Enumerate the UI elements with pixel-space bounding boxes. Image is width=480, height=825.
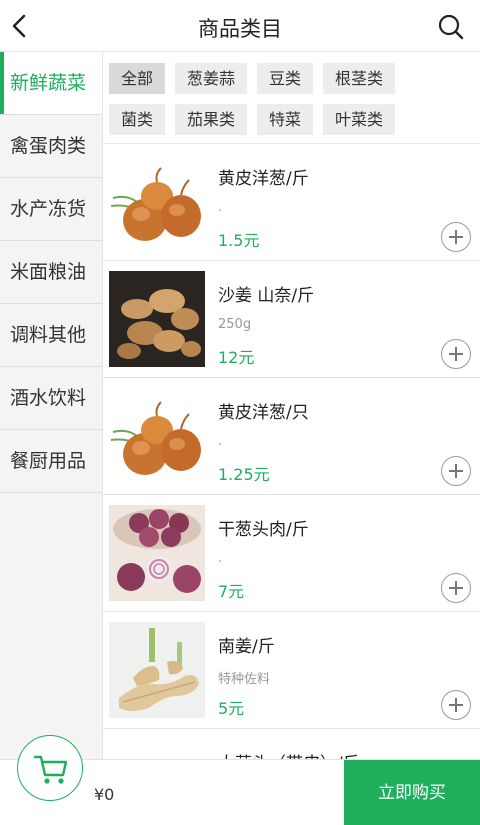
cart-icon — [33, 755, 68, 784]
product-description: 250g — [218, 317, 252, 332]
add-to-cart-button[interactable] — [441, 690, 471, 720]
product-image-shallot — [109, 505, 205, 601]
filter-chip-nightshades[interactable]: 茄果类 — [175, 104, 248, 135]
product-price: 1.25元 — [218, 465, 270, 484]
product-item[interactable]: 大蒜头（带皮）/斤 — [103, 729, 480, 759]
add-to-cart-button[interactable] — [441, 573, 471, 603]
product-name: 沙姜 山奈/斤 — [218, 286, 315, 306]
sidebar-item-kitchen-supplies[interactable]: 餐厨用品 — [0, 430, 102, 493]
product-image-sand-ginger — [109, 271, 205, 367]
product-image-galangal — [109, 622, 205, 718]
product-item[interactable]: 沙姜 山奈/斤 250g 12元 — [103, 261, 480, 378]
product-name: 大蒜头（带皮）/斤 — [218, 749, 360, 759]
filter-chip-onion-ginger-garlic[interactable]: 葱姜蒜 — [175, 63, 248, 94]
sidebar-item-fresh-vegetables[interactable]: 新鲜蔬菜 — [0, 52, 102, 115]
product-description: . — [218, 434, 223, 449]
product-item[interactable]: 黄皮洋葱/斤 . 1.5元 — [103, 144, 480, 261]
product-price: 5元 — [218, 699, 245, 718]
search-button[interactable] — [436, 12, 466, 42]
product-name: 黄皮洋葱/斤 — [218, 169, 309, 189]
product-description: . — [218, 551, 223, 566]
sidebar-item-seafood-frozen[interactable]: 水产冻货 — [0, 178, 102, 241]
product-image-onion — [109, 388, 205, 484]
cart-button[interactable] — [17, 735, 83, 801]
filter-chip-specialty[interactable]: 特菜 — [257, 104, 314, 135]
sidebar-item-seasonings-other[interactable]: 调料其他 — [0, 304, 102, 367]
filter-chip-root-vegetables[interactable]: 根茎类 — [323, 63, 396, 94]
product-panel: 全部 葱姜蒜 豆类 根茎类 菌类 茄果类 特菜 叶菜类 黄皮洋葱/斤 . 1.5… — [103, 52, 480, 759]
product-item[interactable]: 黄皮洋葱/只 . 1.25元 — [103, 378, 480, 495]
search-icon — [438, 14, 464, 40]
product-price: 12元 — [218, 348, 255, 367]
cart-total: ¥0 — [94, 785, 115, 804]
product-description: . — [218, 200, 223, 215]
category-sidebar: 新鲜蔬菜 禽蛋肉类 水产冻货 米面粮油 调料其他 酒水饮料 餐厨用品 — [0, 52, 103, 759]
product-name: 黄皮洋葱/只 — [218, 403, 309, 423]
sidebar-item-drinks[interactable]: 酒水饮料 — [0, 367, 102, 430]
checkout-bar: ¥0 立即购买 — [0, 735, 480, 825]
buy-now-button[interactable]: 立即购买 — [344, 760, 480, 825]
product-image-onion — [109, 154, 205, 250]
product-name: 南姜/斤 — [218, 637, 275, 657]
product-price: 1.5元 — [218, 231, 260, 250]
sidebar-item-rice-flour-oil[interactable]: 米面粮油 — [0, 241, 102, 304]
product-item[interactable]: 南姜/斤 特种佐料 5元 — [103, 612, 480, 729]
filter-chip-all[interactable]: 全部 — [109, 63, 166, 94]
add-to-cart-button[interactable] — [441, 456, 471, 486]
filter-chip-leafy-greens[interactable]: 叶菜类 — [323, 104, 396, 135]
add-to-cart-button[interactable] — [441, 339, 471, 369]
product-item[interactable]: 干葱头肉/斤 . 7元 — [103, 495, 480, 612]
add-to-cart-button[interactable] — [441, 222, 471, 252]
top-nav-bar: 商品类目 — [0, 0, 480, 52]
product-name: 干葱头肉/斤 — [218, 520, 309, 540]
product-price: 7元 — [218, 582, 245, 601]
subcategory-filter: 全部 葱姜蒜 豆类 根茎类 菌类 茄果类 特菜 叶菜类 — [103, 52, 480, 144]
product-description: 特种佐料 — [218, 672, 271, 687]
sidebar-item-poultry-eggs-meat[interactable]: 禽蛋肉类 — [0, 115, 102, 178]
filter-chip-beans[interactable]: 豆类 — [257, 63, 314, 94]
page-title: 商品类目 — [198, 17, 282, 41]
filter-chip-mushrooms[interactable]: 菌类 — [109, 104, 166, 135]
